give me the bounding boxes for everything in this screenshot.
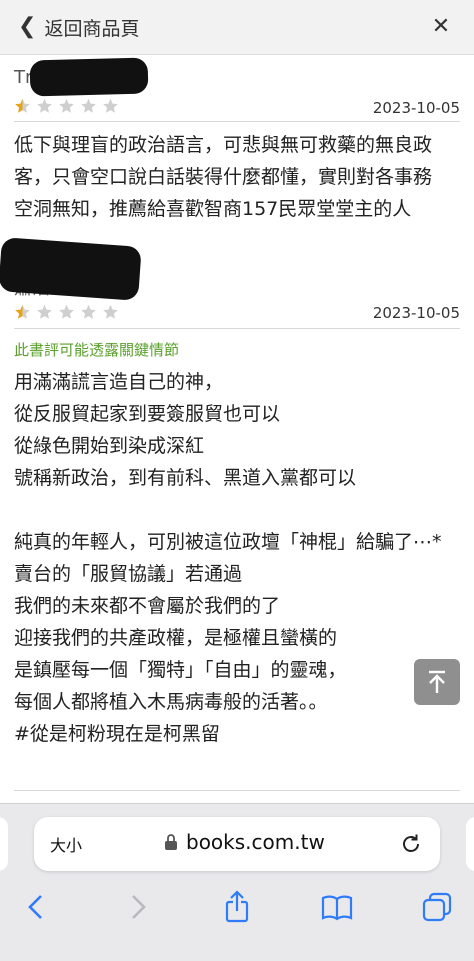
reload-icon[interactable]	[398, 831, 424, 857]
star-icon	[15, 304, 30, 319]
star-icon	[59, 304, 74, 319]
review-line: #從是柯粉現在是柯黑留	[14, 723, 220, 745]
url-domain: books.com.tw	[186, 830, 325, 854]
back-icon[interactable]	[20, 890, 54, 924]
browser-bottom-bar: 大小 books.com.tw	[0, 803, 474, 961]
star-rating	[14, 304, 119, 320]
review-line: 我們的未來都不會屬於我們的了	[14, 595, 281, 617]
spoiler-warning: 此書評可能透露關鍵情節	[14, 341, 180, 359]
review-body: 用滿滿謊言造自己的神， 從反服貿起家到要簽服貿也可以 從綠色開始到染成深紅號稱新政治…	[14, 366, 460, 750]
review-line: 號稱新政治，到有前科、黑道入黨都可以	[14, 467, 357, 489]
back-to-product-button[interactable]: ❮ 返回商品頁	[18, 12, 139, 42]
browser-toolbar	[0, 882, 474, 932]
review-date: 2023-10-05	[372, 99, 460, 117]
star-icon	[81, 304, 96, 319]
review-line: 純真的年輕人，可別被這位政壇「神棍」給騙了⋯*	[14, 531, 442, 553]
divider	[14, 328, 460, 329]
review-body: 低下與理盲的政治語言，可悲與無可救藥的無良政 客，只會空口說白話裝得什麼都懂，實則…	[14, 129, 460, 225]
review-line: 賣台的「服貿協議」若通過	[14, 563, 243, 585]
divider	[14, 121, 460, 122]
forward-icon[interactable]	[120, 890, 154, 924]
redaction-mark	[29, 57, 149, 97]
star-rating	[14, 98, 119, 114]
tabs-icon[interactable]	[420, 890, 454, 924]
review-line: 從綠色開始到染成深紅	[14, 435, 205, 457]
share-icon[interactable]	[220, 890, 254, 924]
text-size-button[interactable]: 大小	[50, 832, 82, 856]
back-label: 返回商品頁	[44, 17, 140, 40]
arrow-up-icon	[429, 670, 445, 693]
redaction-mark	[0, 237, 142, 301]
bookmarks-icon[interactable]	[320, 890, 354, 924]
star-icon	[103, 304, 118, 319]
review-line: 每個人都將植入木馬病毒般的活著。。	[14, 691, 328, 713]
review-date: 2023-10-05	[372, 304, 460, 322]
divider	[14, 790, 460, 791]
review-line: 用滿滿謊言造自己的神，	[14, 371, 224, 393]
star-icon	[37, 98, 52, 113]
review-line: 迎接我們的共產政權，是極權且蠻橫的	[14, 627, 338, 649]
top-bar: ❮ 返回商品頁 ✕	[0, 0, 474, 55]
chevron-left-icon: ❮	[18, 14, 37, 39]
star-icon	[15, 98, 30, 113]
tab-peek-left	[0, 817, 8, 871]
star-icon	[37, 304, 52, 319]
lock-icon	[165, 834, 177, 850]
review-line	[14, 494, 460, 526]
star-icon	[59, 98, 74, 113]
review-line: 低下與理盲的政治語言，可悲與無可救藥的無良政	[14, 134, 433, 156]
review-line: 從反服貿起家到要簽服貿也可以	[14, 403, 281, 425]
address-bar[interactable]: 大小 books.com.tw	[34, 817, 440, 871]
review-line: 是鎮壓每一個「獨特」「自由」的靈魂，	[14, 659, 347, 681]
tab-peek-right	[466, 817, 474, 871]
review-line: 客，只會空口說白話裝得什麼都懂，實則對各事務	[14, 166, 433, 188]
close-icon[interactable]: ✕	[426, 12, 456, 42]
review-line: 空洞無知，推薦給喜歡智商157民眾堂堂主的人	[14, 198, 412, 220]
url-field[interactable]: books.com.tw	[164, 830, 325, 854]
scroll-to-top-button[interactable]	[414, 659, 460, 705]
text-size-label: 大小	[50, 836, 83, 855]
star-icon	[103, 98, 118, 113]
star-icon	[81, 98, 96, 113]
